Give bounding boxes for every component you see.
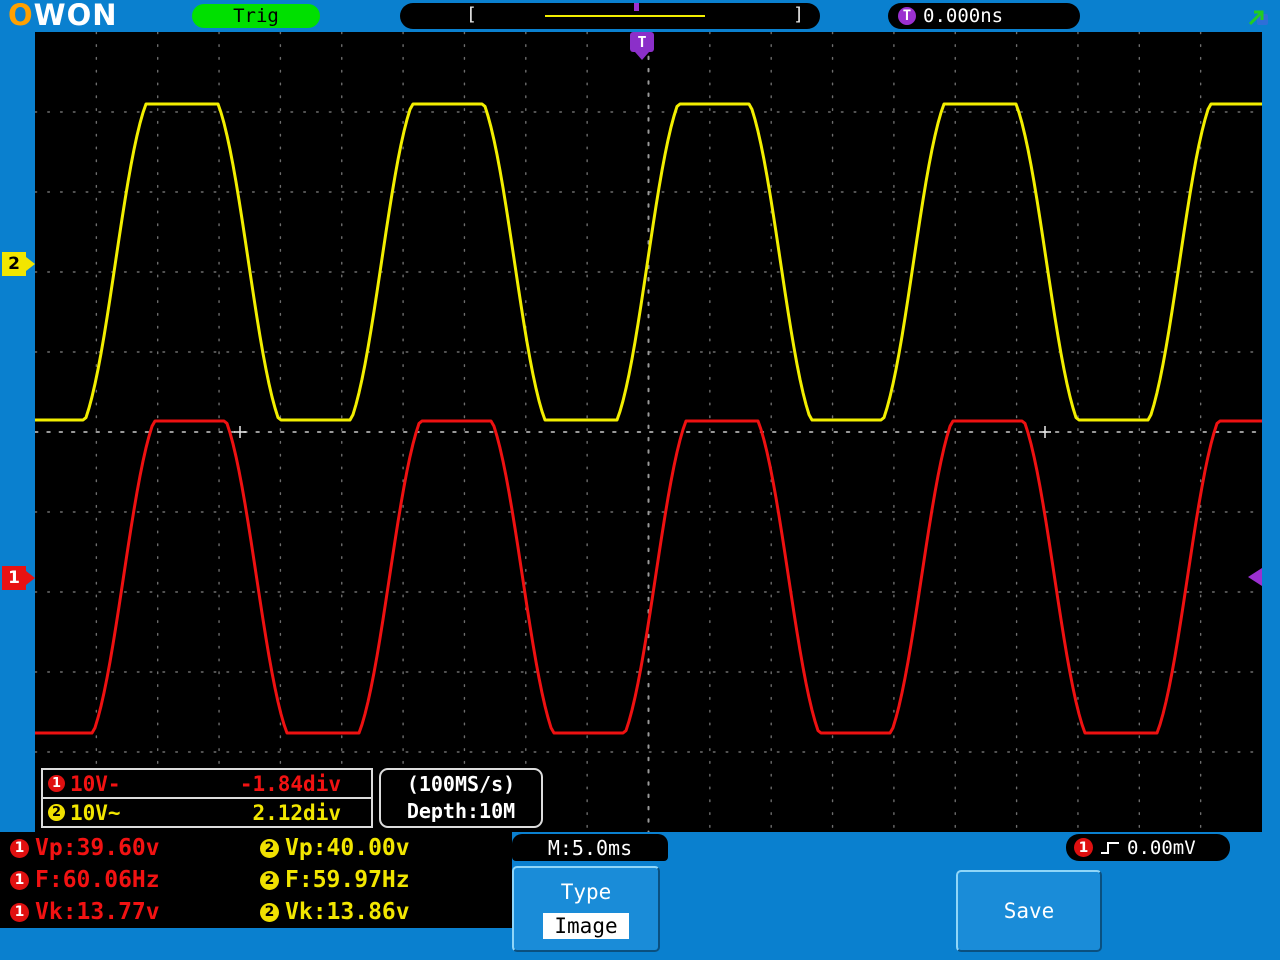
waveform-canvas [35, 32, 1262, 832]
memory-depth: Depth:10M [407, 798, 515, 825]
measurement-ch2-freq: 2 F:59.97Hz [250, 867, 512, 893]
trigger-position-marker-label: T [637, 33, 646, 51]
measurement-value: Vp:39.60v [35, 835, 160, 861]
trig-status-badge: Trig [192, 4, 320, 28]
channel-2-position-marker[interactable]: 2 [2, 252, 26, 276]
measurement-value: Vk:13.86v [285, 899, 410, 925]
logo-text: WON [34, 0, 118, 32]
logo-letter-o: O [8, 0, 34, 32]
window-bracket-right: ] [793, 4, 804, 25]
owon-logo: OWON [8, 0, 118, 32]
measurement-value: F:60.06Hz [35, 867, 160, 893]
trigger-time-readout: T 0.000ns [888, 3, 1080, 29]
channel-1-chip: 1 [10, 839, 29, 858]
oscilloscope-screen: OWON Trig [ ] T 0.000ns T 1 10V- [0, 0, 1280, 960]
trigger-level-readout: 1 0.00mV [1066, 834, 1230, 861]
trigger-position-tick [634, 3, 639, 11]
channel-1-offset: -1.84div [240, 772, 341, 796]
top-bar: OWON Trig [ ] T 0.000ns [0, 0, 1280, 32]
sample-rate: (100MS/s) [407, 771, 515, 798]
measurement-value: Vp:40.00v [285, 835, 410, 861]
type-button-value: Image [543, 913, 628, 939]
channel-2-offset: 2.12div [252, 801, 341, 825]
measurement-ch1-vk: 1 Vk:13.77v [0, 899, 250, 925]
acquisition-info-panel: (100MS/s) Depth:10M [379, 768, 543, 828]
channel-2-chip: 2 [48, 804, 65, 821]
window-bracket-left: [ [466, 4, 477, 25]
measurement-ch1-freq: 1 F:60.06Hz [0, 867, 250, 893]
channel-1-position-marker[interactable]: 1 [2, 566, 26, 590]
rising-edge-icon [1099, 839, 1121, 857]
status-bar: 1 Vp:39.60v 2 Vp:40.00v 1 F:60.06Hz 2 F:… [0, 832, 1280, 960]
channel-1-scale: 10V- [70, 772, 121, 796]
trigger-level-value: 0.00mV [1127, 837, 1196, 859]
position-window-indicator [545, 15, 705, 17]
trigger-t-icon: T [898, 7, 916, 25]
channel-1-position-label: 1 [8, 568, 20, 588]
channel-1-chip: 1 [48, 775, 65, 792]
channel-info-panel: 1 10V- -1.84div 2 10V~ 2.12div [41, 768, 373, 828]
save-button[interactable]: Save [956, 870, 1102, 952]
channel-2-info-row: 2 10V~ 2.12div [43, 799, 371, 826]
channel-2-chip: 2 [260, 871, 279, 890]
measurement-value: Vk:13.77v [35, 899, 160, 925]
waveform-display: T 1 10V- -1.84div 2 10V~ 2.12div (100MS/… [35, 32, 1262, 832]
measurement-ch2-vk: 2 Vk:13.86v [250, 899, 512, 925]
trigger-position-marker[interactable]: T [630, 32, 654, 52]
horizontal-position-bar[interactable]: [ ] [400, 3, 820, 29]
channel-2-position-label: 2 [8, 254, 20, 274]
channel-1-info-row: 1 10V- -1.84div [43, 770, 371, 799]
measurements-panel: 1 Vp:39.60v 2 Vp:40.00v 1 F:60.06Hz 2 F:… [0, 832, 512, 928]
usb-export-icon [1246, 3, 1270, 27]
timebase-readout: M:5.0ms [512, 834, 668, 861]
channel-2-chip: 2 [260, 903, 279, 922]
measurement-value: F:59.97Hz [285, 867, 410, 893]
trigger-source-chip: 1 [1074, 838, 1093, 857]
measurement-ch2-vp: 2 Vp:40.00v [250, 835, 512, 861]
channel-1-chip: 1 [10, 903, 29, 922]
channel-1-chip: 1 [10, 871, 29, 890]
trigger-level-arrow[interactable] [1248, 568, 1262, 586]
channel-2-scale: 10V~ [70, 801, 121, 825]
channel-2-chip: 2 [260, 839, 279, 858]
type-button[interactable]: Type Image [512, 866, 660, 952]
trigger-time-value: 0.000ns [923, 5, 1003, 27]
measurement-ch1-vp: 1 Vp:39.60v [0, 835, 250, 861]
type-button-label: Type [561, 880, 612, 904]
